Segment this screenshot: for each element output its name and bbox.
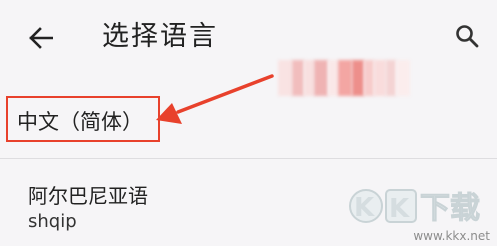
svg-text:K: K [354,193,375,223]
page-title: 选择语言 [102,21,218,52]
svg-text:下载: 下载 [420,191,480,226]
language-item-chinese-simplified[interactable]: 中文（简体） [6,96,160,142]
pixelated-redaction [278,60,410,96]
language-name: 中文（简体） [17,110,143,134]
arrow-left-icon [29,27,53,49]
watermark-url: www.kkx.net [413,229,490,243]
site-watermark: K K 下载 www.kkx.net [346,184,494,246]
language-name: 阿尔巴尼亚语 [28,184,148,208]
kk-download-logo: K K 下载 [349,189,481,227]
search-button[interactable] [447,16,487,56]
app-bar: 选择语言 [0,0,497,76]
language-select-screen: 选择语言 中文（简体） 阿尔巴尼亚语 shqip K K 下载 www.kkx.… [0,0,497,246]
search-icon [456,25,479,48]
language-native-name: shqip [28,211,77,232]
back-button[interactable] [22,19,60,57]
svg-text:K: K [389,194,410,224]
